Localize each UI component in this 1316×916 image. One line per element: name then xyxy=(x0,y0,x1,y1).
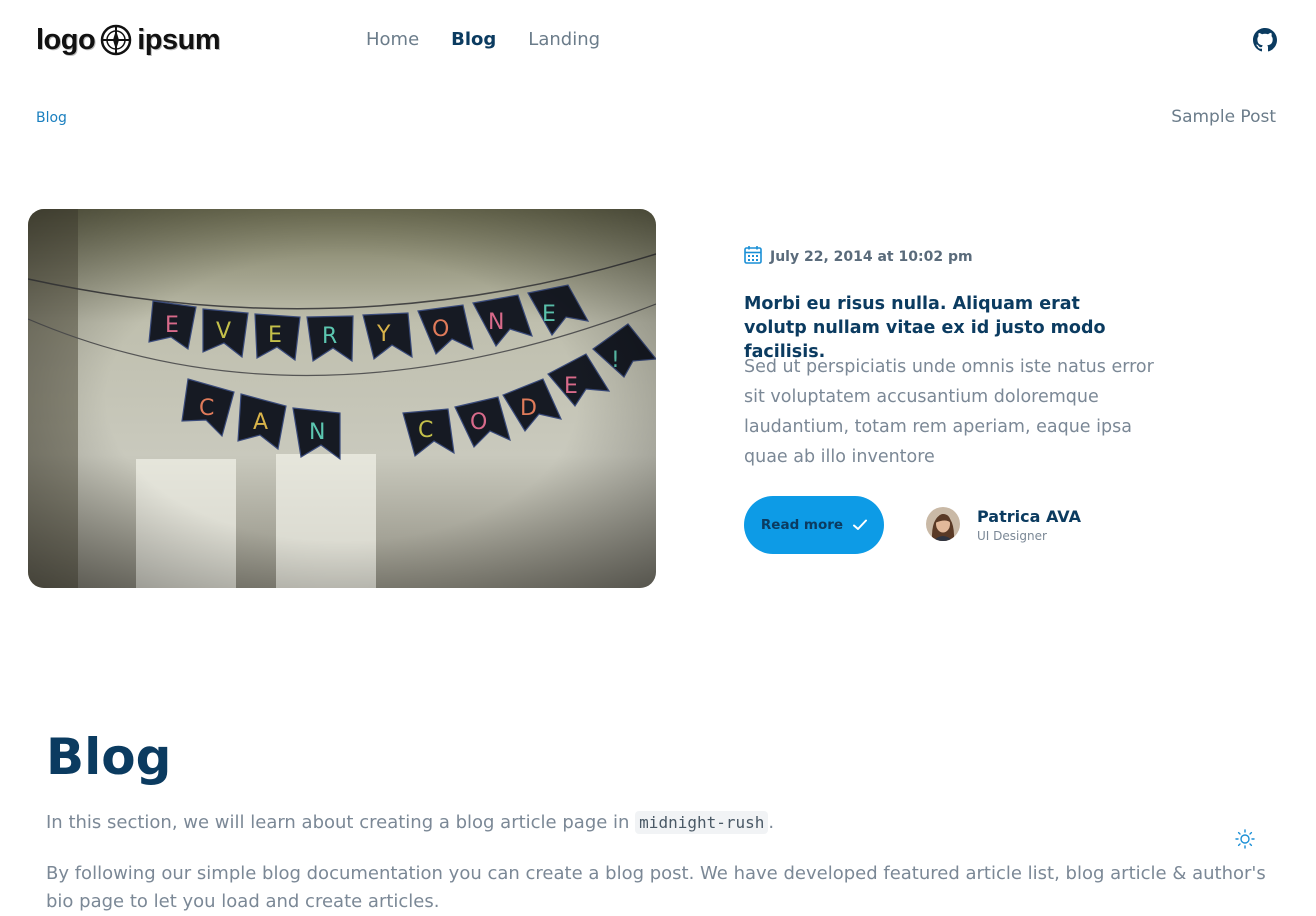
inline-code: midnight-rush xyxy=(635,811,769,834)
breadcrumb-current: Sample Post xyxy=(1171,107,1276,127)
calendar-icon xyxy=(744,245,762,268)
post-date: July 22, 2014 at 10:02 pm xyxy=(744,245,973,268)
logo-left-word: logo xyxy=(36,24,96,56)
section-paragraph: By following our simple blog documentati… xyxy=(46,863,1266,912)
author-role: UI Designer xyxy=(977,529,1047,543)
logo-mark-icon xyxy=(100,24,132,56)
nav-landing[interactable]: Landing xyxy=(528,28,600,52)
post-date-text: July 22, 2014 at 10:02 pm xyxy=(770,248,973,265)
author-avatar[interactable] xyxy=(926,507,960,541)
read-more-button[interactable]: Read more xyxy=(744,496,884,554)
intro-text-before: In this section, we will learn about cre… xyxy=(46,812,636,833)
main-nav: Home Blog Landing xyxy=(366,28,632,52)
section-heading: Blog xyxy=(46,728,172,786)
nav-home[interactable]: Home xyxy=(366,28,419,52)
nav-blog[interactable]: Blog xyxy=(451,28,496,52)
read-more-label: Read more xyxy=(760,517,844,533)
check-icon xyxy=(853,519,868,530)
github-icon[interactable] xyxy=(1253,28,1277,52)
breadcrumb-blog-link[interactable]: Blog xyxy=(36,110,67,126)
author-name[interactable]: Patrica AVA xyxy=(977,507,1081,526)
logo-right-word: ipsum xyxy=(137,24,221,56)
section-intro: In this section, we will learn about cre… xyxy=(46,811,775,834)
theme-toggle-sun-icon[interactable] xyxy=(1235,829,1255,849)
intro-text-after: . xyxy=(768,812,775,833)
featured-image[interactable]: E V E R Y O N E C A N C O D E xyxy=(28,209,656,588)
logo[interactable]: logo ipsum TM xyxy=(36,24,221,56)
post-excerpt: Sed ut perspiciatis unde omnis iste natu… xyxy=(744,357,1154,467)
